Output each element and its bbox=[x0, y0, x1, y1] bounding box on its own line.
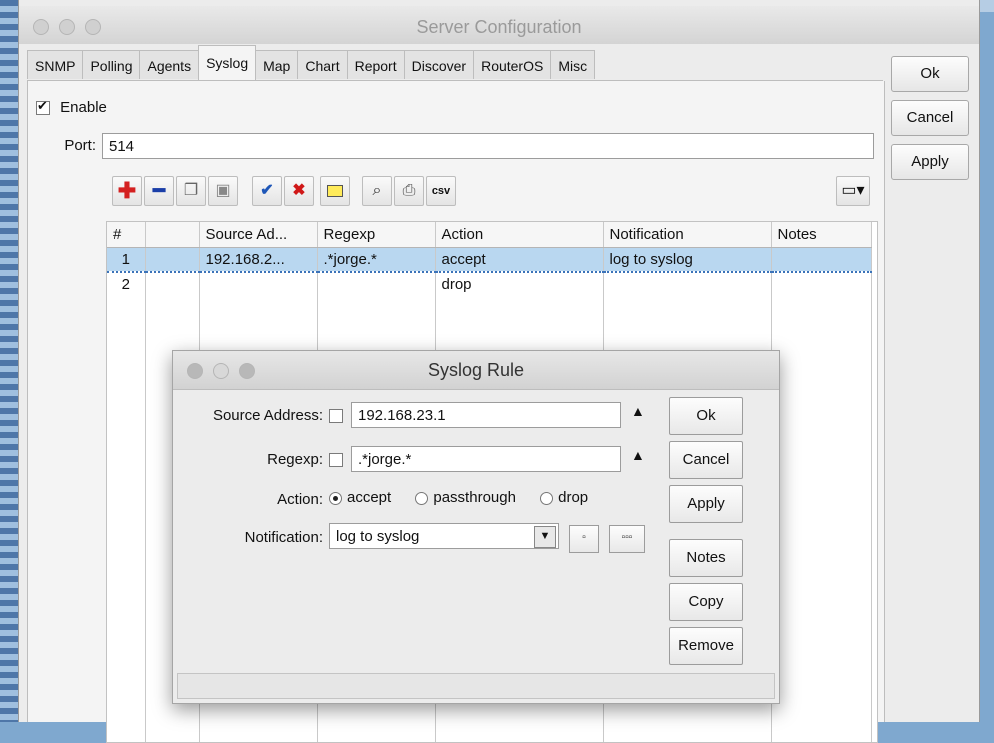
csv-export-icon[interactable]: csv bbox=[426, 176, 456, 206]
cancel-button[interactable]: Cancel bbox=[891, 100, 969, 136]
enable-checkbox[interactable] bbox=[36, 98, 50, 116]
tab-chart[interactable]: Chart bbox=[297, 50, 348, 79]
table-cell bbox=[771, 272, 872, 296]
tab-misc[interactable]: Misc bbox=[550, 50, 596, 79]
regexp-not-checkbox[interactable] bbox=[329, 453, 343, 467]
table-cell: 1 bbox=[107, 247, 146, 273]
source-address-label: Source Address: bbox=[212, 407, 323, 424]
enable-row: Enable bbox=[36, 98, 107, 116]
regexp-collapse-icon[interactable]: ▲ bbox=[631, 447, 645, 463]
enable-check-icon[interactable]: ✔ bbox=[252, 176, 282, 206]
window-title: Server Configuration bbox=[416, 17, 582, 37]
print-icon[interactable]: ⎙ bbox=[394, 176, 424, 206]
action-radio-accept[interactable]: accept bbox=[329, 489, 391, 506]
enable-label: Enable bbox=[60, 99, 107, 116]
action-radio-passthrough[interactable]: passthrough bbox=[415, 489, 516, 506]
dialog-remove-button[interactable]: Remove bbox=[669, 627, 743, 665]
regexp-label: Regexp: bbox=[267, 451, 323, 468]
column-header-number[interactable]: # bbox=[107, 222, 146, 248]
table-cell: accept bbox=[435, 247, 604, 273]
table-cell: drop bbox=[435, 272, 604, 296]
syslog-rule-dialog: Syslog Rule Source Address: 192.168.23.1… bbox=[172, 350, 780, 704]
tab-snmp[interactable]: SNMP bbox=[27, 50, 84, 79]
table-cell: log to syslog bbox=[603, 247, 772, 273]
table-cell bbox=[145, 272, 200, 296]
radio-selected-icon bbox=[329, 491, 342, 505]
tab-report[interactable]: Report bbox=[346, 50, 405, 79]
disable-x-icon[interactable]: ✖ bbox=[284, 176, 314, 206]
find-binoculars-icon[interactable]: ⌕ bbox=[362, 176, 392, 206]
dialog-titlebar[interactable]: Syslog Rule bbox=[173, 351, 779, 390]
regexp-input[interactable]: .*jorge.* bbox=[351, 446, 621, 472]
add-icon[interactable]: ✚ bbox=[112, 176, 142, 206]
action-radio-drop[interactable]: drop bbox=[540, 489, 588, 506]
source-address-collapse-icon[interactable]: ▲ bbox=[631, 403, 645, 419]
table-cell: 192.168.2... bbox=[199, 247, 318, 273]
notification-label: Notification: bbox=[244, 529, 323, 546]
column-header-flags[interactable] bbox=[145, 222, 200, 248]
column-header-action[interactable]: Action bbox=[435, 222, 604, 248]
table-header: # Source Ad... Regexp Action Notificatio… bbox=[107, 222, 872, 248]
tab-polling[interactable]: Polling bbox=[82, 50, 141, 79]
port-input[interactable]: 514 bbox=[102, 133, 874, 159]
tab-bar: SNMP Polling Agents Syslog Map Chart Rep… bbox=[27, 45, 596, 80]
window-titlebar[interactable]: Server Configuration bbox=[19, 6, 979, 44]
tab-agents[interactable]: Agents bbox=[139, 50, 200, 79]
dialog-notes-button[interactable]: Notes bbox=[669, 539, 743, 577]
tab-map[interactable]: Map bbox=[255, 50, 299, 79]
columns-menu-icon[interactable]: ▭▾ bbox=[836, 176, 870, 206]
dropdown-arrow-icon[interactable]: ▼ bbox=[534, 526, 556, 548]
tab-discover[interactable]: Discover bbox=[403, 50, 475, 79]
radio-icon bbox=[540, 491, 554, 505]
table-cell bbox=[199, 272, 318, 296]
tab-routeros[interactable]: RouterOS bbox=[473, 50, 552, 79]
table-cell bbox=[603, 272, 772, 296]
ok-button[interactable]: Ok bbox=[891, 56, 969, 92]
notification-select[interactable]: log to syslog ▼ bbox=[329, 523, 559, 549]
tab-syslog[interactable]: Syslog bbox=[198, 45, 257, 80]
notification-add-button[interactable]: ▫ bbox=[569, 525, 599, 553]
column-header-notes[interactable]: Notes bbox=[771, 222, 872, 248]
comment-icon[interactable] bbox=[320, 176, 350, 206]
table-cell bbox=[771, 247, 872, 273]
dialog-apply-button[interactable]: Apply bbox=[669, 485, 743, 523]
dialog-status-bar bbox=[177, 673, 775, 699]
notification-list-button[interactable]: ▫▫▫ bbox=[609, 525, 645, 553]
dialog-cancel-button[interactable]: Cancel bbox=[669, 441, 743, 479]
action-label: Action: bbox=[277, 491, 323, 508]
table-cell: .*jorge.* bbox=[317, 247, 436, 273]
dialog-title: Syslog Rule bbox=[427, 360, 525, 380]
paste-icon[interactable]: ▣ bbox=[208, 176, 238, 206]
table-row[interactable]: 2 drop bbox=[107, 272, 872, 296]
source-address-input[interactable]: 192.168.23.1 bbox=[351, 402, 621, 428]
notification-selected-value: log to syslog bbox=[336, 528, 420, 545]
port-label: Port: bbox=[64, 137, 96, 154]
dialog-ok-button[interactable]: Ok bbox=[669, 397, 743, 435]
copy-icon[interactable]: ❐ bbox=[176, 176, 206, 206]
apply-button[interactable]: Apply bbox=[891, 144, 969, 180]
rules-toolbar: ✚ ━ ❐ ▣ ✔ ✖ ⌕ ⎙ csv ▭▾ bbox=[106, 171, 870, 211]
action-radio-group: accept passthrough drop bbox=[329, 489, 588, 506]
dialog-copy-button[interactable]: Copy bbox=[669, 583, 743, 621]
column-header-notification[interactable]: Notification bbox=[603, 222, 772, 248]
table-row[interactable]: 1 192.168.2... .*jorge.* accept log to s… bbox=[107, 247, 872, 273]
radio-icon bbox=[415, 491, 429, 505]
column-header-regexp[interactable]: Regexp bbox=[317, 222, 436, 248]
source-address-not-checkbox[interactable] bbox=[329, 409, 343, 423]
table-cell bbox=[317, 272, 436, 296]
table-cell bbox=[145, 247, 200, 273]
table-cell: 2 bbox=[107, 272, 146, 296]
remove-icon[interactable]: ━ bbox=[144, 176, 174, 206]
column-header-source-address[interactable]: Source Ad... bbox=[199, 222, 318, 248]
